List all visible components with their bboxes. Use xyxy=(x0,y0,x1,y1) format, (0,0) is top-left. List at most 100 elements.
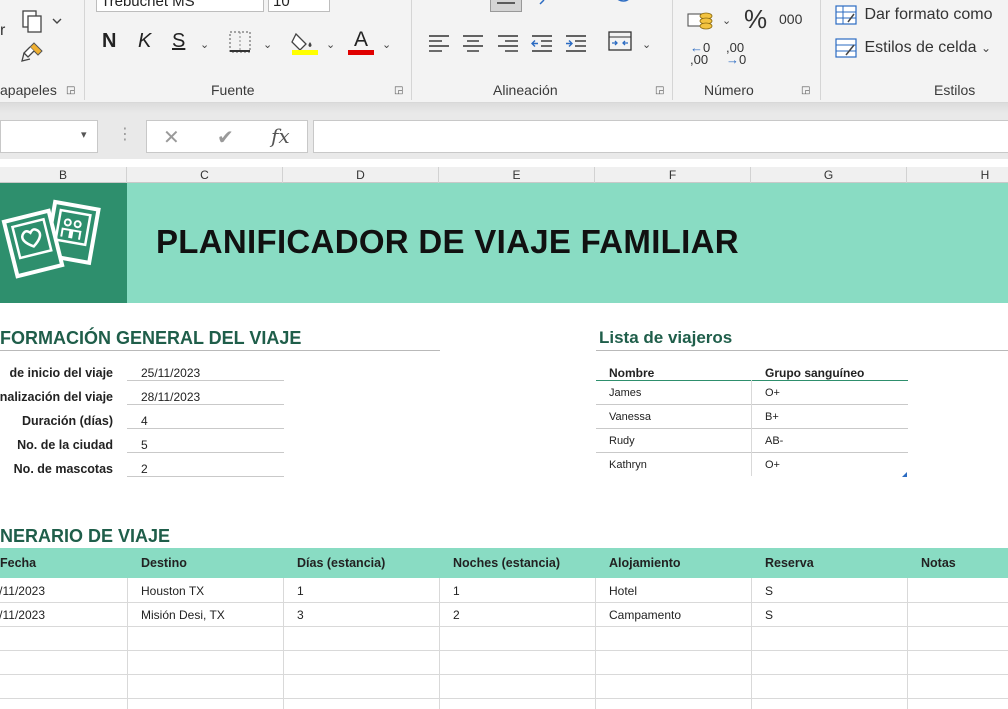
column-header-h[interactable]: H xyxy=(907,167,1008,183)
clipboard-launcher-icon[interactable]: ◲ xyxy=(66,85,77,96)
increase-decimal-button[interactable]: ←0,00 xyxy=(690,41,714,66)
format-painter-button[interactable] xyxy=(20,40,46,66)
fill-color-button[interactable] xyxy=(290,30,320,56)
pet-count-value[interactable]: 2 xyxy=(141,462,148,476)
copy-button[interactable] xyxy=(18,8,64,34)
cell-styles-icon xyxy=(835,38,857,58)
start-date-value[interactable]: 25/11/2023 xyxy=(141,366,200,380)
start-date-label[interactable]: de inicio del viaje xyxy=(9,366,113,380)
group-label-styles: Estilos xyxy=(934,82,976,98)
grid-line xyxy=(595,578,596,709)
table-resize-handle-icon[interactable] xyxy=(900,470,908,478)
itinerary-header-nights[interactable]: Noches (estancia) xyxy=(453,556,560,570)
group-label-number: Número xyxy=(704,82,754,98)
traveler-name[interactable]: Kathryn xyxy=(609,459,647,471)
chevron-down-icon[interactable]: ⌄ xyxy=(326,38,335,51)
itinerary-header-notes[interactable]: Notas xyxy=(921,556,956,570)
itinerary-cell-destination[interactable]: Houston TX xyxy=(141,584,204,598)
font-color-button[interactable]: A xyxy=(348,28,374,56)
traveler-name[interactable]: Vanessa xyxy=(609,411,651,423)
font-name-select[interactable]: Trebuchet MS xyxy=(96,0,264,12)
itinerary-cell-nights[interactable]: 1 xyxy=(453,584,460,598)
cell-styles-button[interactable]: Estilos de celda ⌄ xyxy=(834,37,991,61)
font-size-select[interactable]: 10 xyxy=(268,0,330,12)
chevron-down-icon[interactable]: ⌄ xyxy=(722,14,731,27)
column-header-g[interactable]: G xyxy=(751,167,907,183)
itinerary-cell-reservation[interactable]: S xyxy=(765,584,773,598)
borders-icon xyxy=(229,31,251,53)
merge-center-icon[interactable] xyxy=(606,28,634,54)
column-header-d[interactable]: D xyxy=(283,167,439,183)
itinerary-cell-nights[interactable]: 2 xyxy=(453,608,460,622)
itinerary-cell-days[interactable]: 3 xyxy=(297,608,304,622)
column-header-b[interactable]: B xyxy=(0,167,127,183)
itinerary-header-date[interactable]: Fecha xyxy=(0,556,36,570)
orientation-icon[interactable] xyxy=(536,0,552,8)
itinerary-cell-lodging[interactable]: Campamento xyxy=(609,608,681,622)
itinerary-cell-destination[interactable]: Misión Desi, TX xyxy=(141,608,225,622)
increase-indent-icon[interactable] xyxy=(563,30,589,54)
percent-style-button[interactable]: % xyxy=(744,4,767,35)
column-header-c[interactable]: C xyxy=(127,167,283,183)
travelers-header-name[interactable]: Nombre xyxy=(609,366,654,380)
borders-button[interactable] xyxy=(228,30,254,54)
decrease-decimal-button[interactable]: ,00 →0 xyxy=(726,41,750,66)
decrease-indent-icon[interactable] xyxy=(529,30,555,54)
column-header-f[interactable]: F xyxy=(595,167,751,183)
formula-input[interactable] xyxy=(313,120,1008,153)
itinerary-cell-lodging[interactable]: Hotel xyxy=(609,584,637,598)
chevron-down-icon[interactable]: ⌄ xyxy=(263,38,272,51)
itinerary-cell-reservation[interactable]: S xyxy=(765,608,773,622)
itinerary-cell-days[interactable]: 1 xyxy=(297,584,304,598)
number-launcher-icon[interactable]: ◲ xyxy=(801,85,812,96)
duration-label[interactable]: Duración (días) xyxy=(22,414,113,428)
traveler-name[interactable]: James xyxy=(609,387,641,399)
align-right-icon[interactable] xyxy=(495,30,521,54)
align-center-icon[interactable] xyxy=(460,30,486,54)
itinerary-header-destination[interactable]: Destino xyxy=(141,556,187,570)
cancel-icon[interactable]: ✕ xyxy=(163,125,180,150)
traveler-blood[interactable]: O+ xyxy=(765,459,780,471)
end-date-value[interactable]: 28/11/2023 xyxy=(141,390,200,404)
currency-format-icon[interactable] xyxy=(686,6,716,32)
general-info-title[interactable]: FORMACIÓN GENERAL DEL VIAJE xyxy=(0,328,301,349)
enter-checkmark-icon[interactable]: ✔ xyxy=(217,125,234,150)
title-banner[interactable]: PLANIFICADOR DE VIAJE FAMILIAR xyxy=(0,183,1008,303)
chevron-down-icon[interactable]: ⌄ xyxy=(382,38,391,51)
traveler-blood[interactable]: AB- xyxy=(765,435,783,447)
duration-value[interactable]: 4 xyxy=(141,414,148,428)
alignment-launcher-icon[interactable]: ◲ xyxy=(655,85,666,96)
thousands-separator-button[interactable]: 000 xyxy=(779,11,802,27)
column-header-e[interactable]: E xyxy=(439,167,595,183)
city-count-value[interactable]: 5 xyxy=(141,438,148,452)
name-box[interactable]: ▾ xyxy=(0,120,98,153)
itinerary-title[interactable]: NERARIO DE VIAJE xyxy=(0,526,170,547)
itinerary-cell-date[interactable]: 26/11/2023 xyxy=(0,608,45,622)
formula-bar-grip-icon[interactable]: ⋮ xyxy=(117,124,133,144)
pet-count-label[interactable]: No. de mascotas xyxy=(14,462,113,476)
end-date-label[interactable]: nalización del viaje xyxy=(0,390,113,404)
chevron-down-icon[interactable]: ⌄ xyxy=(200,38,209,51)
format-as-table-button[interactable]: Dar formato como xyxy=(834,4,993,28)
bold-button[interactable]: N xyxy=(102,30,116,53)
itinerary-header-days[interactable]: Días (estancia) xyxy=(297,556,385,570)
city-count-label[interactable]: No. de la ciudad xyxy=(17,438,113,452)
travelers-header-blood[interactable]: Grupo sanguíneo xyxy=(765,366,864,380)
traveler-blood[interactable]: B+ xyxy=(765,411,779,423)
itinerary-header-lodging[interactable]: Alojamiento xyxy=(609,556,681,570)
chevron-down-icon[interactable]: ⌄ xyxy=(642,38,651,51)
align-left-icon[interactable] xyxy=(426,30,452,54)
itinerary-header-reservation[interactable]: Reserva xyxy=(765,556,814,570)
traveler-blood[interactable]: O+ xyxy=(765,387,780,399)
wrap-text-icon[interactable] xyxy=(610,0,634,8)
underline-button[interactable]: S xyxy=(172,30,185,53)
align-middle-button[interactable] xyxy=(490,0,522,12)
fill-bucket-icon xyxy=(291,32,318,55)
travelers-title[interactable]: Lista de viajeros xyxy=(599,328,732,348)
chevron-down-icon[interactable]: ▾ xyxy=(81,128,87,141)
insert-function-button[interactable]: fx xyxy=(271,124,290,148)
font-launcher-icon[interactable]: ◲ xyxy=(394,85,405,96)
italic-button[interactable]: K xyxy=(138,30,151,53)
itinerary-cell-date[interactable]: 25/11/2023 xyxy=(0,584,45,598)
traveler-name[interactable]: Rudy xyxy=(609,435,635,447)
